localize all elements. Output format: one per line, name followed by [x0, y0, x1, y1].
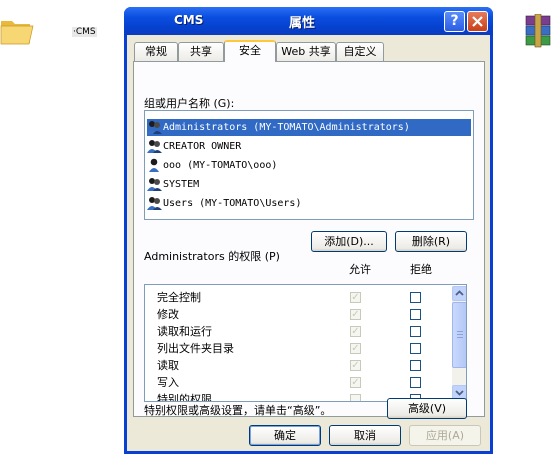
list-item-permission: 读取 ✓ — [147, 357, 437, 374]
tab-web-sharing[interactable]: Web 共享 — [276, 42, 336, 61]
close-button[interactable] — [467, 11, 488, 32]
allow-checkbox[interactable]: ✓ — [350, 309, 361, 320]
permissions-list[interactable]: 完全控制 ✓ 修改 ✓ 读取和运行 ✓ 列出文件夹目录 ✓ 读取 ✓ 写入 ✓ … — [144, 284, 467, 402]
allow-checkbox[interactable]: ✓ — [350, 292, 361, 303]
allow-checkbox[interactable]: ✓ — [350, 343, 361, 354]
permission-name: 完全控制 — [157, 291, 201, 304]
user-group-icon — [147, 177, 162, 191]
apply-button[interactable]: 应用(A) — [409, 425, 481, 446]
list-item-user[interactable]: SYSTEM — [147, 176, 471, 193]
winrar-archive-icon[interactable] — [523, 14, 553, 48]
remove-button[interactable]: 删除(R) — [395, 231, 467, 252]
allow-checkbox[interactable]: ✓ — [350, 326, 361, 337]
advanced-hint-text: 特别权限或高级设置，请单击“高级”。 — [144, 404, 332, 417]
desktop-icon-label[interactable]: ·CMS — [72, 27, 97, 37]
scroll-up-button[interactable] — [452, 286, 466, 301]
chevron-up-icon — [455, 290, 464, 296]
deny-checkbox[interactable] — [410, 309, 421, 320]
allow-checkbox[interactable] — [350, 394, 361, 401]
user-group-icon — [147, 139, 162, 153]
close-icon — [472, 16, 483, 27]
group-or-user-names-label: 组或用户名称 (G): — [144, 97, 235, 110]
user-name: CREATOR OWNER — [163, 141, 242, 152]
ok-button[interactable]: 确定 — [249, 425, 321, 446]
list-item-user[interactable]: CREATOR OWNER — [147, 138, 471, 155]
list-item-permission: 修改 ✓ — [147, 306, 437, 323]
permission-name: 特别的权限 — [157, 393, 212, 402]
permission-name: 列出文件夹目录 — [157, 342, 234, 355]
deny-checkbox[interactable] — [410, 292, 421, 303]
properties-window: CMS 属性 ? 常规 共享 安全 Web 共享 自定义 组或用户名称 (G):… — [124, 7, 493, 454]
list-item-permission: 列出文件夹目录 ✓ — [147, 340, 437, 357]
dialog-body: 常规 共享 安全 Web 共享 自定义 组或用户名称 (G): Administ… — [127, 35, 490, 451]
list-item-user[interactable]: Administrators (MY-TOMATO\Administrators… — [147, 119, 471, 136]
user-icon — [149, 158, 159, 172]
permission-name: 读取 — [157, 359, 179, 372]
cancel-button[interactable]: 取消 — [329, 425, 401, 446]
scroll-thumb[interactable] — [452, 302, 466, 368]
advanced-button[interactable]: 高级(V) — [387, 398, 467, 419]
permissions-for-label: Administrators 的权限 (P) — [144, 250, 280, 263]
allow-checkbox[interactable]: ✓ — [350, 377, 361, 388]
deny-checkbox[interactable] — [410, 326, 421, 337]
tab-security[interactable]: 安全 — [224, 40, 276, 62]
permission-name: 写入 — [157, 376, 179, 389]
folder-icon[interactable] — [0, 13, 34, 47]
user-group-icon — [147, 120, 162, 134]
user-name: SYSTEM — [163, 179, 200, 190]
allow-checkbox[interactable]: ✓ — [350, 360, 361, 371]
list-item-user[interactable]: ooo (MY-TOMATO\ooo) — [147, 157, 471, 174]
tab-sharing[interactable]: 共享 — [178, 42, 224, 61]
window-title-folder-name: CMS — [174, 13, 204, 27]
tab-general[interactable]: 常规 — [134, 42, 178, 61]
permission-name: 修改 — [157, 308, 179, 321]
user-name: ooo (MY-TOMATO\ooo) — [163, 160, 278, 171]
users-listbox[interactable]: Administrators (MY-TOMATO\Administrators… — [144, 110, 474, 220]
list-item-permission: 读取和运行 ✓ — [147, 323, 437, 340]
window-title-properties: 属性 — [289, 16, 316, 31]
list-item-user[interactable]: Users (MY-TOMATO\Users) — [147, 195, 471, 212]
deny-checkbox[interactable] — [410, 360, 421, 371]
user-group-icon — [147, 196, 162, 210]
user-name: Administrators (MY-TOMATO\Administrators… — [163, 122, 410, 133]
help-button[interactable]: ? — [444, 11, 465, 32]
security-tab-panel: 组或用户名称 (G): Administrators (MY-TOMATO\Ad… — [133, 61, 485, 419]
user-name: Users (MY-TOMATO\Users) — [163, 198, 302, 209]
allow-column-header: 允许 — [349, 263, 371, 276]
title-bar[interactable]: CMS 属性 ? — [124, 7, 493, 35]
permission-name: 读取和运行 — [157, 325, 212, 338]
list-item-permission: 完全控制 ✓ — [147, 289, 437, 306]
tab-customize[interactable]: 自定义 — [336, 42, 384, 61]
add-button[interactable]: 添加(D)... — [311, 231, 387, 252]
permissions-scrollbar[interactable] — [452, 286, 466, 400]
deny-checkbox[interactable] — [410, 343, 421, 354]
deny-column-header: 拒绝 — [410, 263, 432, 276]
list-item-permission: 写入 ✓ — [147, 374, 437, 391]
deny-checkbox[interactable] — [410, 377, 421, 388]
